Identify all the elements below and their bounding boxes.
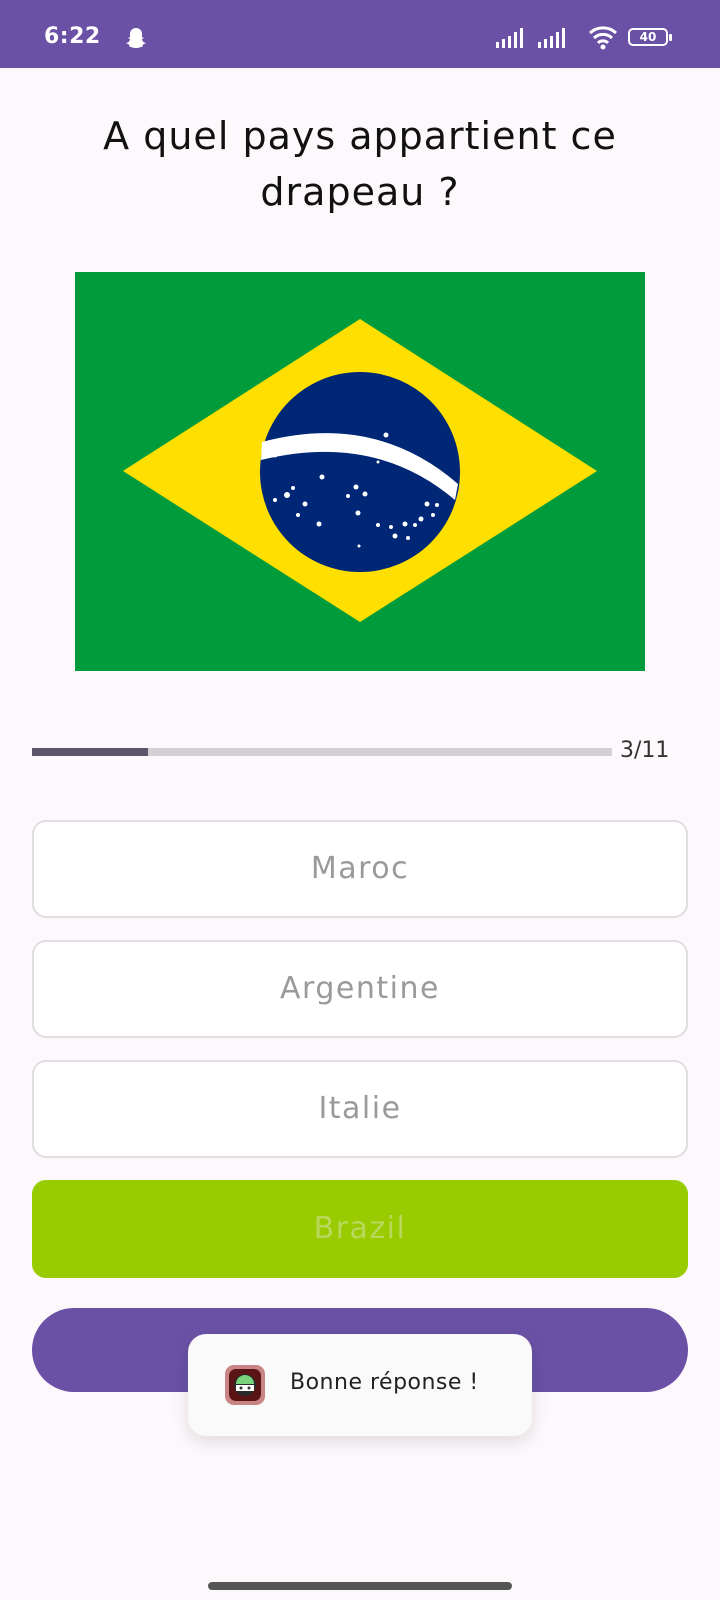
answer-button-argentine[interactable]: Argentine — [32, 940, 688, 1038]
brazil-flag-image: ORDEM E PROGRESSO — [75, 272, 645, 671]
signal-icon — [496, 28, 523, 48]
gesture-nav-handle[interactable] — [208, 1582, 512, 1590]
answer-button-brazil[interactable]: Brazil — [32, 1180, 688, 1278]
answer-button-maroc[interactable]: Maroc — [32, 820, 688, 918]
toast-message: Bonne réponse ! — [188, 1334, 532, 1436]
progress-bar-fill — [32, 748, 148, 756]
status-time: 6:22 — [44, 24, 101, 49]
signal-icon — [538, 28, 565, 48]
app-icon — [225, 1365, 265, 1405]
snapchat-ghost-icon — [126, 28, 146, 48]
answer-button-italie[interactable]: Italie — [32, 1060, 688, 1158]
status-bar: 6:22 40 — [0, 0, 720, 68]
battery-icon: 40 — [628, 28, 672, 46]
wifi-icon — [588, 26, 618, 50]
progress-bar — [32, 748, 612, 756]
toast-text: Bonne réponse ! — [290, 1370, 479, 1395]
question-title: A quel pays appartient ce drapeau ? — [103, 114, 617, 214]
progress-counter: 3/11 — [620, 738, 670, 763]
